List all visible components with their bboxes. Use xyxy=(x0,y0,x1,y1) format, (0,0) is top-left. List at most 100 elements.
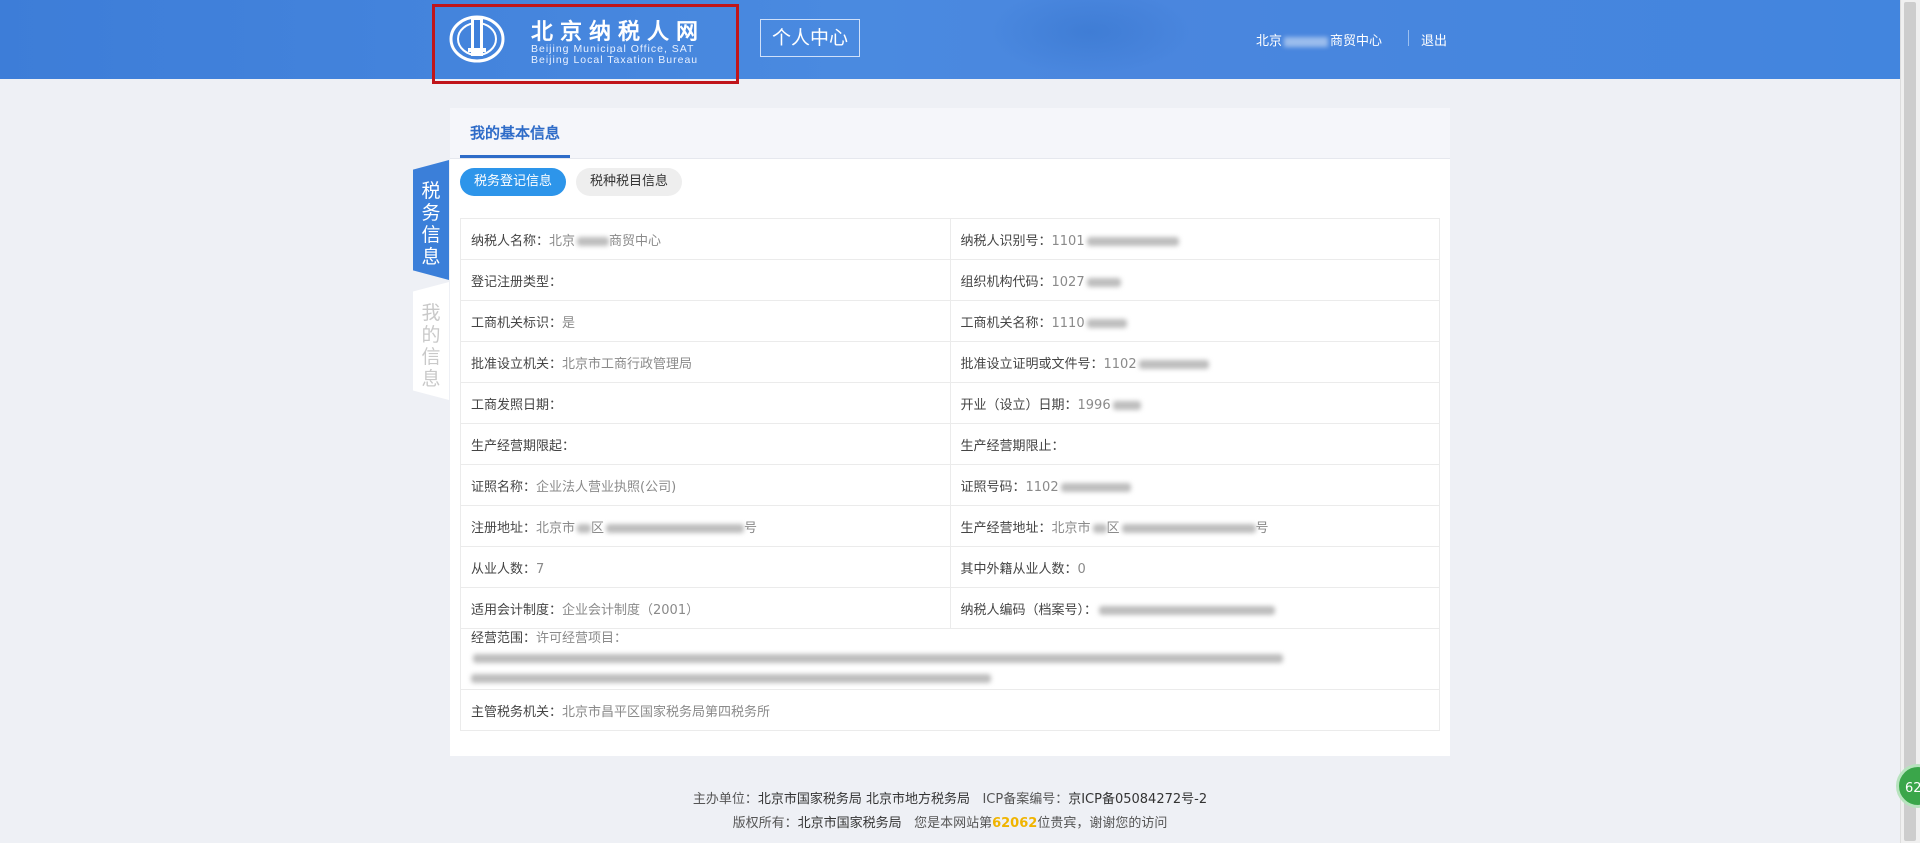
field-label: 主管税务机关： xyxy=(471,704,563,720)
redacted-text xyxy=(1092,523,1107,533)
field-taxpayer-code: 纳税人编码（档案号）： xyxy=(949,587,1440,629)
table-row: 批准设立机关：北京市工商行政管理局 批准设立证明或文件号：1102 xyxy=(460,341,1440,383)
table-row: 从业人数：7 其中外籍从业人数：0 xyxy=(460,546,1440,588)
field-value-mid: 区 xyxy=(591,520,605,536)
field-cert-name: 证照名称：企业法人营业执照(公司) xyxy=(460,464,951,506)
side-tab-my-info[interactable]: 我的信息 xyxy=(413,282,449,400)
field-label: 工商机关名称： xyxy=(960,315,1052,331)
field-license-date: 工商发照日期： xyxy=(460,382,951,424)
page-scrollbar[interactable] xyxy=(1900,0,1920,843)
table-row: 生产经营期限起： 生产经营期限止： xyxy=(460,423,1440,465)
subtab-tax-category[interactable]: 税种税目信息 xyxy=(576,168,683,196)
redacted-text xyxy=(606,523,745,533)
subtab-tax-registration[interactable]: 税务登记信息 xyxy=(460,168,567,196)
redacted-text xyxy=(1284,36,1329,47)
field-label: 经营范围： xyxy=(471,631,537,646)
field-value: 0 xyxy=(1077,561,1086,577)
field-label: 工商机关标识： xyxy=(471,315,563,331)
field-value: 1110 xyxy=(1051,315,1085,331)
redacted-text xyxy=(1086,277,1121,287)
redacted-text xyxy=(471,674,991,683)
field-label: 组织机构代码： xyxy=(960,274,1052,290)
table-row: 工商机关标识：是 工商机关名称：1110 xyxy=(460,300,1440,342)
field-label: 注册地址： xyxy=(471,520,537,536)
field-value-suffix: 商贸中心 xyxy=(609,233,662,249)
panel-header: 我的基本信息 xyxy=(450,108,1450,159)
table-row: 经营范围：许可经营项目： xyxy=(460,628,1440,690)
redacted-text xyxy=(1086,236,1179,246)
table-row: 纳税人名称：北京 商贸中心 纳税人识别号：1101 xyxy=(460,218,1440,260)
field-approve-doc: 批准设立证明或文件号：1102 xyxy=(949,341,1440,383)
side-tab-tax-info[interactable]: 税务信息 xyxy=(413,160,449,280)
scope-line-2 xyxy=(471,669,1429,689)
field-label: 登记注册类型： xyxy=(471,274,563,290)
field-value: 北京 xyxy=(549,233,576,249)
field-value: 北京市 xyxy=(536,520,576,536)
field-tax-office: 主管税务机关：北京市昌平区国家税务局第四税务所 xyxy=(460,689,1440,731)
header-background-temple xyxy=(980,0,1200,79)
current-user-name[interactable]: 北京 商贸中心 xyxy=(1256,30,1382,49)
redacted-text xyxy=(1099,605,1276,615)
redacted-text xyxy=(1060,482,1131,492)
scope-line-1: 经营范围：许可经营项目： xyxy=(471,629,1429,669)
field-label: 证照号码： xyxy=(960,479,1026,495)
table-row: 证照名称：企业法人营业执照(公司) 证照号码：1102 xyxy=(460,464,1440,506)
table-row: 主管税务机关：北京市昌平区国家税务局第四税务所 xyxy=(460,689,1440,731)
table-row: 登记注册类型： 组织机构代码：1027 xyxy=(460,259,1440,301)
field-open-date: 开业（设立）日期：1996 xyxy=(949,382,1440,424)
field-value: 7 xyxy=(536,561,545,577)
scrollbar-thumb[interactable] xyxy=(1904,2,1916,841)
logout-link[interactable]: 退出 xyxy=(1421,30,1447,49)
field-accounting: 适用会计制度：企业会计制度（2001） xyxy=(460,587,951,629)
site-logo-subtitle-2: Beijing Local Taxation Bureau xyxy=(531,54,699,66)
tax-emblem-icon[interactable] xyxy=(448,12,506,64)
site-logo-title[interactable]: 北京纳税人网 xyxy=(531,14,705,46)
field-value: 1101 xyxy=(1051,233,1085,249)
table-row: 工商发照日期： 开业（设立）日期：1996 xyxy=(460,382,1440,424)
field-value: 1027 xyxy=(1051,274,1085,290)
field-staff: 从业人数：7 xyxy=(460,546,951,588)
footer-line-1: 主办单位：北京市国家税务局 北京市地方税务局 ICP备案编号：京ICP备0508… xyxy=(0,788,1900,807)
footer-copyright: 北京市国家税务局 xyxy=(797,816,902,831)
visit-counter: 62062 xyxy=(992,816,1038,831)
field-label: 工商发照日期： xyxy=(471,397,563,413)
panel-title[interactable]: 我的基本信息 xyxy=(460,108,571,158)
registration-info-table: 纳税人名称：北京 商贸中心 纳税人识别号：1101 登记注册类型： 组织机构代码：… xyxy=(460,218,1440,731)
footer-copyright-label: 版权所有： xyxy=(732,816,798,831)
redacted-text xyxy=(1086,318,1127,328)
field-biz-name: 工商机关名称：1110 xyxy=(949,300,1440,342)
field-label: 从业人数： xyxy=(471,561,537,577)
footer-icp[interactable]: 京ICP备05084272号-2 xyxy=(1068,792,1207,807)
user-name-prefix: 北京 xyxy=(1256,34,1283,49)
field-cert-no: 证照号码：1102 xyxy=(949,464,1440,506)
footer-host: 北京市国家税务局 北京市地方税务局 xyxy=(757,792,971,807)
field-label: 生产经营地址： xyxy=(960,520,1052,536)
field-biz-addr: 生产经营地址：北京市区 号 xyxy=(949,505,1440,547)
field-label: 证照名称： xyxy=(471,479,537,495)
field-label: 适用会计制度： xyxy=(471,602,563,618)
redacted-text xyxy=(1138,359,1209,369)
field-label: 纳税人编码（档案号）： xyxy=(960,602,1098,618)
field-label: 生产经营期限起： xyxy=(471,438,576,454)
field-value: 许可经营项目： xyxy=(536,631,628,646)
field-value: 北京市工商行政管理局 xyxy=(562,356,693,372)
redacted-text xyxy=(473,654,1283,663)
table-row: 注册地址：北京市区号 生产经营地址：北京市区号 xyxy=(460,505,1440,547)
field-value: 是 xyxy=(562,315,576,331)
field-reg-addr: 注册地址：北京市区 号 xyxy=(460,505,951,547)
field-label: 批准设立机关： xyxy=(471,356,563,372)
field-value: 1102 xyxy=(1025,479,1059,495)
personal-center-button[interactable]: 个人中心 xyxy=(760,19,860,57)
field-value: 1996 xyxy=(1077,397,1111,413)
top-header xyxy=(0,0,1900,79)
field-value: 企业会计制度（2001） xyxy=(562,602,700,618)
field-label: 其中外籍从业人数： xyxy=(960,561,1078,577)
redacted-text xyxy=(577,236,610,246)
field-value: 企业法人营业执照(公司) xyxy=(536,479,677,495)
field-org-code: 组织机构代码：1027 xyxy=(949,259,1440,301)
table-row: 适用会计制度：企业会计制度（2001） 纳税人编码（档案号）： xyxy=(460,587,1440,629)
footer-host-label: 主办单位： xyxy=(692,792,758,807)
field-value: 1102 xyxy=(1103,356,1137,372)
visit-suffix: 位贵宾，谢谢您的访问 xyxy=(1037,816,1168,831)
field-label: 纳税人名称： xyxy=(471,233,550,249)
